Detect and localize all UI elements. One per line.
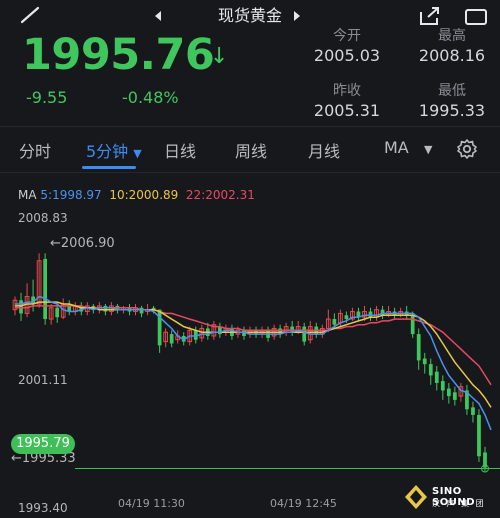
logo-subtext: 汉 声 集 团 xyxy=(432,499,486,508)
price-down-arrow-icon: ↓ xyxy=(210,44,229,69)
prev-close-value: 2005.31 xyxy=(313,101,381,120)
candle-body xyxy=(43,258,48,320)
high-marker-value: 2006.90 xyxy=(60,236,115,251)
more-icon[interactable] xyxy=(464,8,488,26)
tab-daily[interactable]: 日线 xyxy=(164,138,196,162)
open-label: 今开 xyxy=(333,28,361,44)
divider xyxy=(0,172,500,173)
tab-indicator-ma[interactable]: MA ▼ xyxy=(384,138,432,157)
tab-timeshare[interactable]: 分时 xyxy=(19,138,51,162)
chevron-down-icon: ▼ xyxy=(133,147,142,160)
candle-body xyxy=(440,381,445,391)
candle-body xyxy=(55,307,60,318)
candle-body xyxy=(410,315,415,335)
tab-monthly[interactable]: 月线 xyxy=(308,138,340,162)
candle-body xyxy=(19,300,23,314)
last-price: 1995.76 xyxy=(22,30,215,80)
next-instrument-icon[interactable] xyxy=(292,10,302,22)
y-axis-mid-label: 2001.11 xyxy=(18,373,68,387)
high-value: 2008.16 xyxy=(418,46,486,65)
active-tab-indicator xyxy=(82,166,136,169)
share-icon[interactable] xyxy=(418,6,442,26)
candle-body xyxy=(103,305,108,312)
price-change: -9.55 xyxy=(26,88,68,107)
time-axis-label: 04/19 11:30 xyxy=(118,497,185,510)
candle-body xyxy=(471,407,475,415)
candle-body xyxy=(368,311,373,318)
candle-body xyxy=(344,315,349,320)
time-axis-label: 04/19 12:45 xyxy=(270,497,337,510)
candle-body xyxy=(428,364,433,376)
candle-body xyxy=(446,388,451,397)
tab-weekly[interactable]: 周线 xyxy=(235,138,267,162)
prev-close-label: 昨收 xyxy=(333,83,361,99)
high-label: 最高 xyxy=(438,28,466,44)
tab-5min[interactable]: 5分钟 ▼ xyxy=(86,138,142,162)
candle-body xyxy=(416,334,421,361)
gear-icon[interactable] xyxy=(456,138,478,160)
candle-body xyxy=(477,414,481,457)
candle-body xyxy=(169,334,174,344)
divider xyxy=(0,126,500,127)
ma5-line xyxy=(15,295,492,431)
candle-body xyxy=(452,392,457,400)
candle-body xyxy=(302,326,307,342)
candle-body xyxy=(332,319,337,325)
candle-body xyxy=(434,371,439,383)
open-value: 2005.03 xyxy=(313,46,381,65)
low-value: 1995.33 xyxy=(418,101,486,120)
tab-5min-label: 5分钟 xyxy=(86,142,129,161)
y-axis-top-label: 2008.83 xyxy=(18,211,68,225)
high-marker-label: ←2006.90 xyxy=(50,236,115,251)
low-label: 最低 xyxy=(438,83,466,99)
tab-ma-label: MA xyxy=(384,138,409,157)
price-change-percent: -0.48% xyxy=(122,88,179,107)
candle-body xyxy=(422,358,427,365)
current-price-tag: 1995.79 xyxy=(11,434,75,454)
chevron-down-icon: ▼ xyxy=(424,143,433,156)
y-axis-bottom-label: 1993.40 xyxy=(18,501,68,515)
